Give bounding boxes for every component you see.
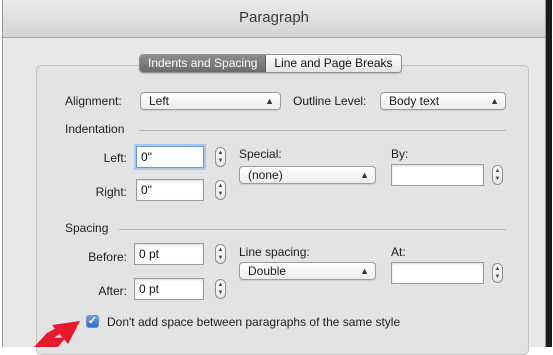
before-field[interactable]: 0 pt <box>134 243 204 265</box>
after-field[interactable]: 0 pt <box>134 278 204 300</box>
at-field[interactable] <box>391 262 484 284</box>
title-bar[interactable]: Paragraph <box>3 0 545 38</box>
spacing-section-label: Spacing <box>65 221 109 235</box>
outline-level-popup[interactable]: Body text ▲ <box>380 92 506 110</box>
at-stepper[interactable]: ▲ ▼ <box>492 263 503 283</box>
special-label: Special: <box>239 147 282 161</box>
line-spacing-label: Line spacing: <box>239 245 310 259</box>
before-stepper[interactable]: ▲ ▼ <box>215 244 226 264</box>
special-value: (none) <box>248 168 283 182</box>
dont-add-space-checkbox[interactable]: ✓ <box>86 315 99 328</box>
window-edge-shadow <box>546 0 552 347</box>
outline-level-label: Outline Level: <box>293 94 367 108</box>
line-spacing-popup[interactable]: Double ▲ <box>239 262 376 280</box>
outline-level-value: Body text <box>389 94 440 108</box>
left-indent-field[interactable]: 0" <box>136 146 204 168</box>
after-stepper[interactable]: ▲ ▼ <box>215 279 226 299</box>
at-label: At: <box>391 245 406 259</box>
tab-indents-and-spacing[interactable]: Indents and Spacing <box>140 55 267 72</box>
dialog-title: Paragraph <box>238 9 310 26</box>
paragraph-dialog: Paragraph Indents and Spacing Line and P… <box>2 0 546 355</box>
spacing-divider <box>119 229 506 230</box>
left-indent-stepper[interactable]: ▲ ▼ <box>215 147 226 167</box>
line-spacing-value: Double <box>248 264 287 278</box>
indentation-section-label: Indentation <box>65 122 125 136</box>
tab-bar: Indents and Spacing Line and Page Breaks <box>139 54 402 73</box>
left-indent-label: Left: <box>103 151 127 165</box>
right-indent-label: Right: <box>95 185 127 199</box>
indentation-divider <box>139 130 506 131</box>
popup-arrows-icon: ▲ <box>360 170 369 180</box>
popup-arrows-icon: ▲ <box>490 96 499 106</box>
alignment-label: Alignment: <box>65 94 122 108</box>
by-field[interactable] <box>391 164 484 186</box>
alignment-value: Left <box>149 94 170 108</box>
after-label: After: <box>98 284 127 298</box>
by-label: By: <box>391 147 409 161</box>
before-label: Before: <box>88 250 127 264</box>
by-stepper[interactable]: ▲ ▼ <box>492 165 503 185</box>
right-indent-stepper[interactable]: ▲ ▼ <box>215 180 226 200</box>
dont-add-space-label[interactable]: Don't add space between paragraphs of th… <box>107 315 400 329</box>
popup-arrows-icon: ▲ <box>360 266 369 276</box>
right-indent-field[interactable]: 0" <box>136 179 204 201</box>
alignment-popup[interactable]: Left ▲ <box>140 92 281 110</box>
special-popup[interactable]: (none) ▲ <box>239 166 376 184</box>
popup-arrows-icon: ▲ <box>265 96 274 106</box>
tab-line-and-page-breaks[interactable]: Line and Page Breaks <box>266 55 401 72</box>
